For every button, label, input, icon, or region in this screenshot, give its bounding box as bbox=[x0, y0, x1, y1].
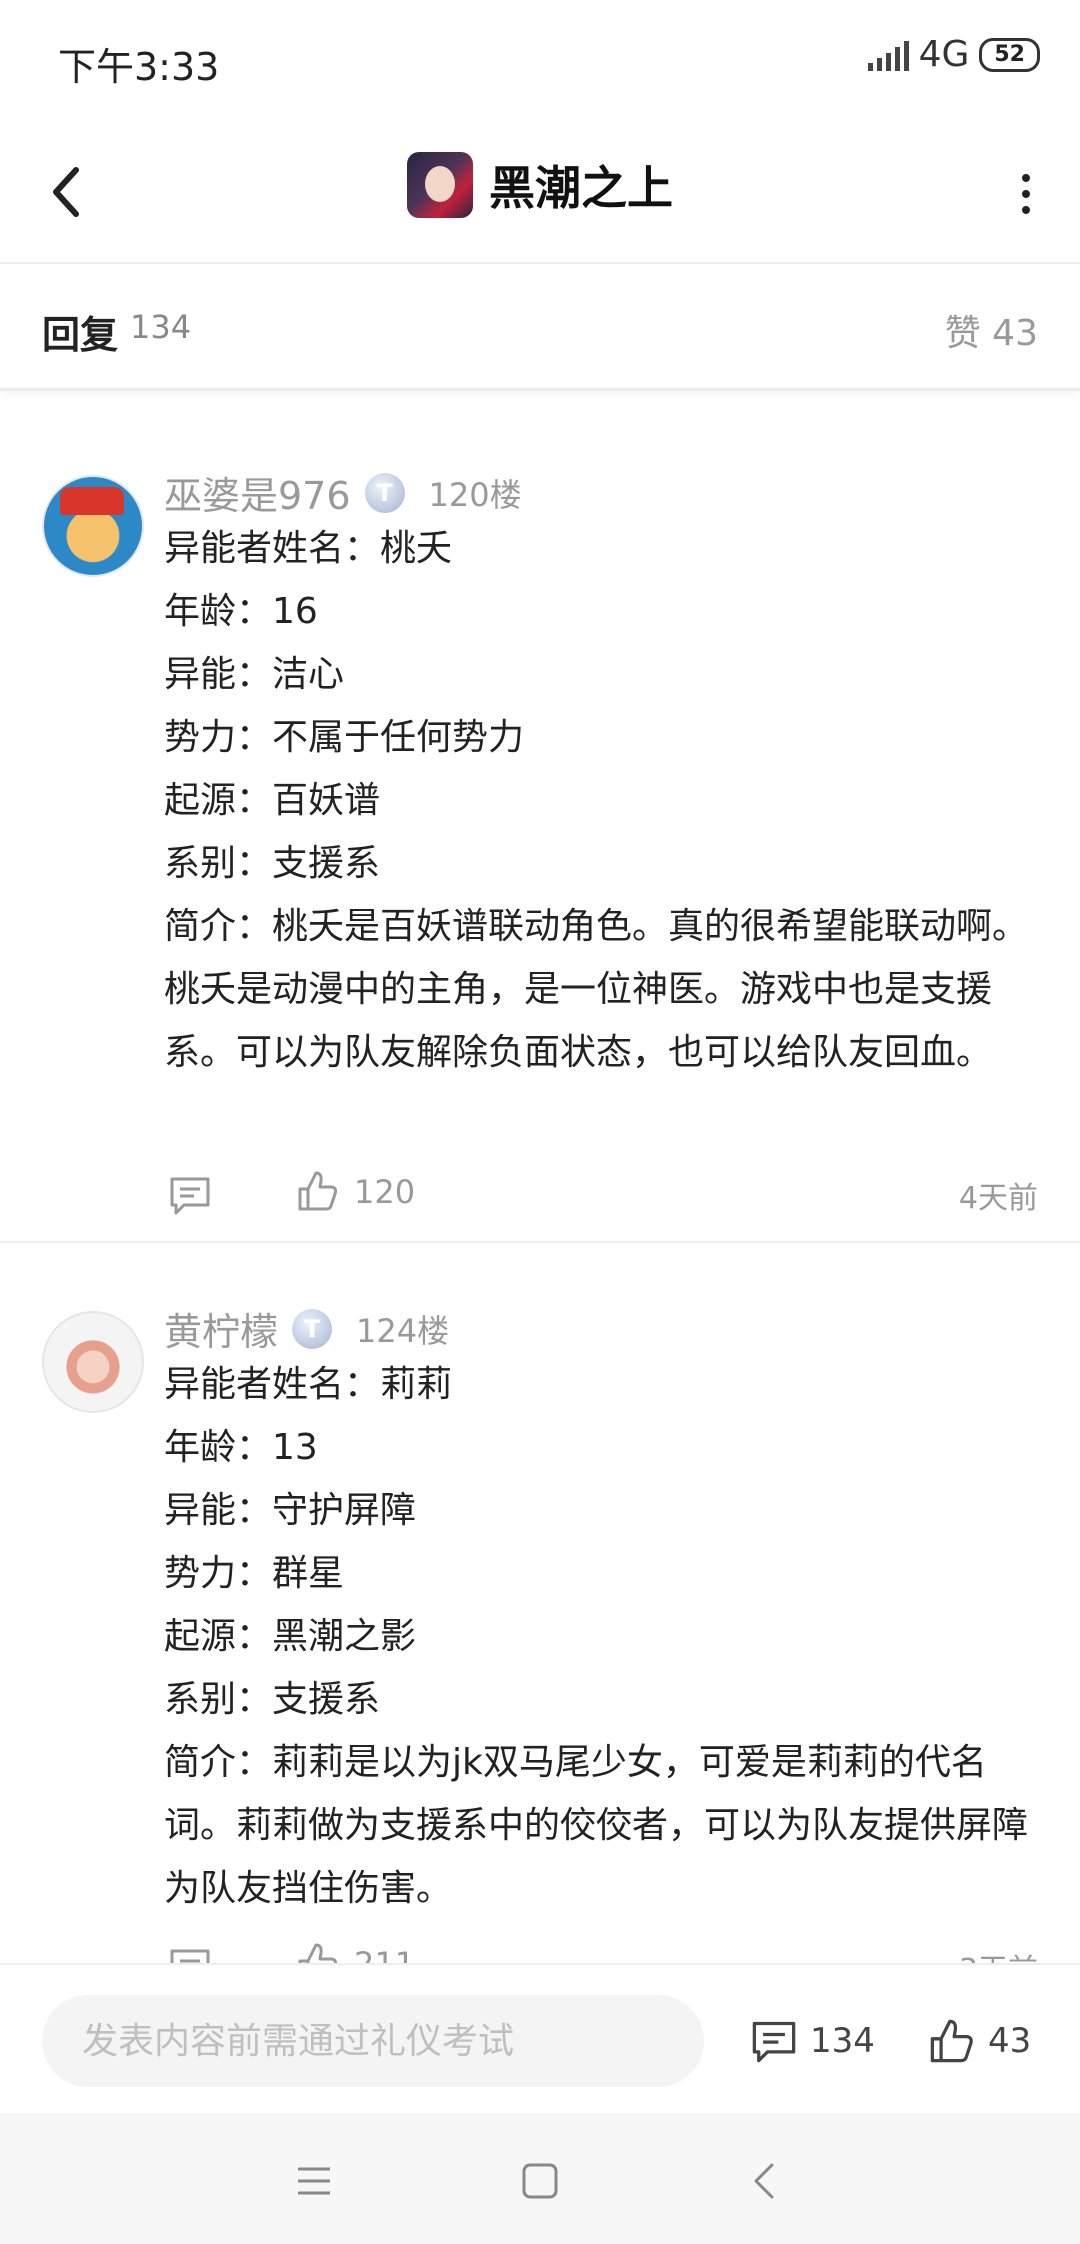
comment-icon bbox=[170, 1949, 210, 1963]
like-count: 211 bbox=[354, 1945, 415, 1963]
content-line: 异能者姓名：莉莉 bbox=[164, 1364, 453, 1405]
floor-number: 124楼 bbox=[356, 1311, 450, 1350]
content-line: 系别：支援系 bbox=[164, 1679, 381, 1720]
reply-meta: 巫婆是976 T 120楼 bbox=[164, 465, 522, 520]
user-level-badge-icon: T bbox=[292, 1308, 333, 1349]
content-line: 起源：百妖谱 bbox=[164, 780, 381, 821]
like-button[interactable] bbox=[296, 1941, 340, 1963]
like-count: 120 bbox=[354, 1173, 416, 1211]
reply-actions: 211 3天前 bbox=[164, 1937, 1038, 1963]
reply-content: 异能者姓名：莉莉 年龄：13 异能：守护屏障 势力：群星 起源：黑潮之影 系别：… bbox=[164, 1353, 1044, 1920]
menu-button[interactable] bbox=[292, 2159, 336, 2203]
comment-icon bbox=[170, 1177, 210, 1215]
content-line: 简介：桃夭是百妖谱联动角色。真的很希望能联动啊。桃夭是动漫中的主角，是一位神医。… bbox=[164, 906, 1029, 1073]
signal-icon bbox=[867, 39, 909, 71]
username[interactable]: 黄柠檬 bbox=[164, 1301, 278, 1356]
title-area: 黑潮之上 bbox=[0, 152, 1080, 218]
status-indicators: 4G 52 bbox=[867, 34, 1040, 75]
comment-button[interactable] bbox=[168, 1945, 212, 1963]
system-back-button[interactable] bbox=[744, 2159, 788, 2203]
home-square-icon bbox=[522, 2163, 558, 2199]
home-button[interactable] bbox=[518, 2159, 562, 2203]
content-line: 年龄：13 bbox=[164, 1427, 318, 1468]
username[interactable]: 巫婆是976 bbox=[164, 465, 351, 520]
content-line: 势力：群星 bbox=[164, 1553, 345, 1594]
reply-feed[interactable]: 巫婆是976 T 120楼 异能者姓名：桃夭 年龄：16 异能：洁心 势力：不属… bbox=[0, 395, 1080, 1963]
floor-number: 120楼 bbox=[428, 475, 522, 514]
reply-label: 回复 bbox=[42, 313, 119, 357]
avatar[interactable] bbox=[42, 1311, 144, 1413]
game-icon bbox=[407, 152, 473, 218]
content-line: 简介：莉莉是以为jk双马尾少女，可爱是莉莉的代名词。莉莉做为支援系中的佼佼者，可… bbox=[164, 1742, 1029, 1909]
reply-count: 134 bbox=[130, 308, 192, 346]
content-line: 异能：洁心 bbox=[164, 654, 345, 695]
back-chevron-icon bbox=[754, 2163, 774, 2199]
content-line: 势力：不属于任何势力 bbox=[164, 717, 525, 758]
reply-actions: 120 4天前 bbox=[164, 1165, 1038, 1225]
like-count: 43 bbox=[988, 2021, 1032, 2061]
battery-indicator: 52 bbox=[979, 37, 1040, 72]
post-time: 4天前 bbox=[958, 1181, 1038, 1216]
reply-meta: 黄柠檬 T 124楼 bbox=[164, 1301, 449, 1356]
content-line: 起源：黑潮之影 bbox=[164, 1616, 417, 1657]
menu-icon bbox=[298, 2167, 330, 2195]
top-nav-bar: 黑潮之上 bbox=[0, 122, 1080, 264]
content-line: 系别：支援系 bbox=[164, 843, 381, 884]
thumbs-up-icon bbox=[930, 2019, 973, 2063]
like-button[interactable] bbox=[296, 1169, 340, 1213]
post-time: 3天前 bbox=[959, 1945, 1038, 1963]
reply-summary-bar: 回复 134 赞 43 bbox=[0, 264, 1080, 391]
compose-bar: 134 43 bbox=[0, 1963, 1080, 2113]
divider bbox=[0, 1241, 1080, 1243]
reply-input[interactable] bbox=[42, 1995, 704, 2087]
comment-button[interactable] bbox=[168, 1173, 212, 1217]
content-line: 异能：守护屏障 bbox=[164, 1490, 417, 1531]
network-type: 4G bbox=[918, 34, 970, 75]
more-vertical-icon bbox=[1022, 174, 1030, 214]
reply-content: 异能者姓名：桃夭 年龄：16 异能：洁心 势力：不属于任何势力 起源：百妖谱 系… bbox=[164, 517, 1044, 1084]
thumbs-up-icon bbox=[298, 1943, 338, 1963]
status-time: 下午3:33 bbox=[58, 45, 220, 89]
like-post-button[interactable]: 43 bbox=[928, 2017, 1031, 2065]
like-summary[interactable]: 赞 43 bbox=[945, 304, 1038, 356]
content-line: 年龄：16 bbox=[164, 591, 318, 632]
comment-count: 134 bbox=[810, 2021, 875, 2061]
page-title: 黑潮之上 bbox=[489, 161, 673, 215]
more-options-button[interactable] bbox=[1006, 164, 1046, 224]
user-level-badge-icon: T bbox=[364, 472, 405, 513]
system-nav-bar bbox=[0, 2113, 1080, 2244]
comment-icon bbox=[752, 2021, 796, 2063]
avatar[interactable] bbox=[42, 475, 144, 577]
content-line: 异能者姓名：桃夭 bbox=[164, 528, 453, 569]
thumbs-up-icon bbox=[298, 1171, 338, 1211]
comments-button[interactable]: 134 bbox=[750, 2017, 875, 2065]
